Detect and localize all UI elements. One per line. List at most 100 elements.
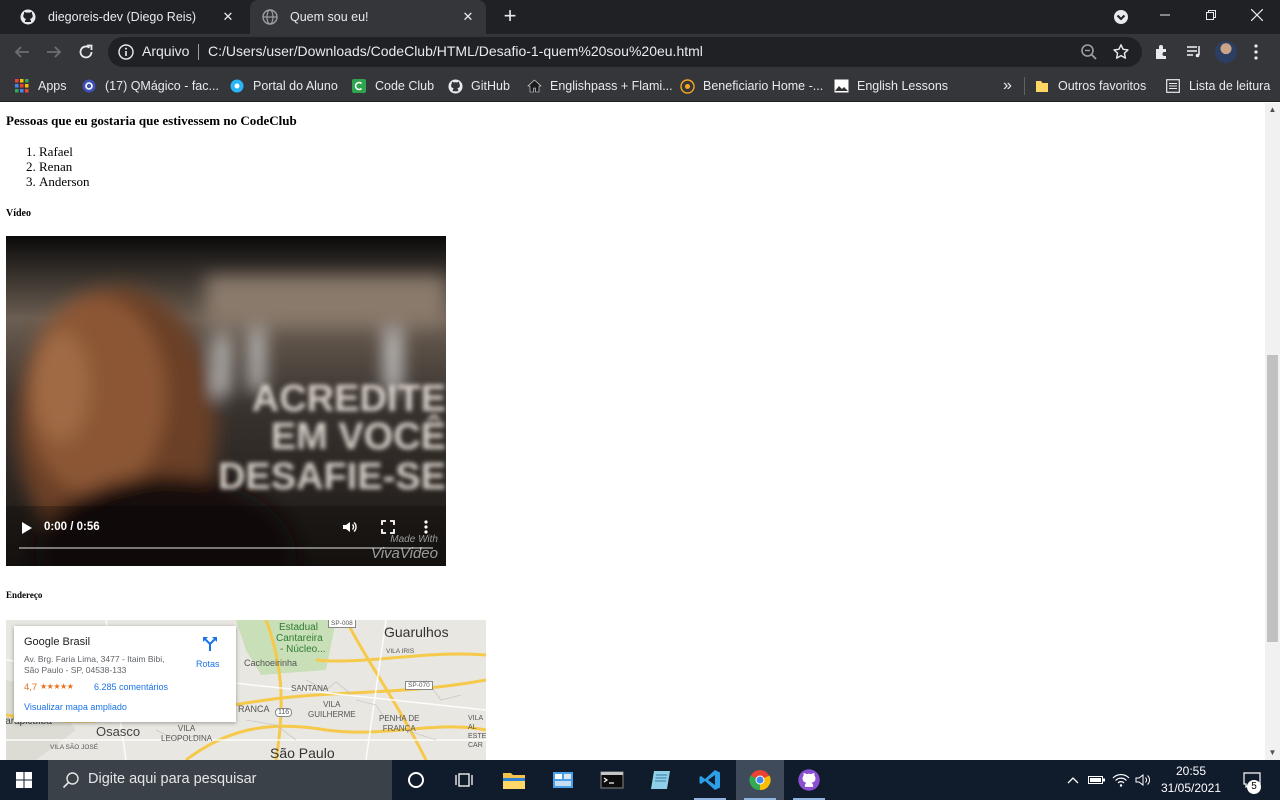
more-bookmarks-button[interactable]: » [1003,76,1012,96]
bookmark-code-club[interactable]: Code Club [351,76,434,96]
directions-icon[interactable] [202,636,218,652]
reviews-link[interactable]: 6.285 comentários [94,682,168,692]
friends-heading: Pessoas que eu gostaria que estivessem n… [6,113,297,128]
cortana-icon[interactable] [392,760,440,800]
omnibox-divider [198,44,199,60]
bookmark-label: Outros favoritos [1058,79,1147,93]
new-tab-button[interactable]: + [498,5,522,29]
folder-icon [1034,78,1050,94]
directions-link[interactable]: Rotas [196,659,220,669]
bookmark-beneficiario[interactable]: Beneficiario Home -... [679,76,823,96]
map-label-nucleo: - Núcleo... [280,644,326,655]
map-label-sao-paulo: São Paulo [270,745,335,760]
clock-date: 31/05/2021 [1160,781,1222,795]
notepad-icon[interactable] [637,760,685,800]
bookmark-portal-aluno[interactable]: Portal do Aluno [229,76,338,96]
place-address: Av. Brg. Faria Lima, 3477 - Itaim Bibi, … [24,654,165,675]
forward-arrow-icon[interactable] [44,42,64,62]
media-control-icon[interactable] [1184,42,1204,62]
list-item: 1. Rafael [26,144,73,159]
zoom-icon[interactable] [1080,43,1098,61]
back-arrow-icon[interactable] [12,42,32,62]
map-label-cachoeirinha: Cachoeirinha [244,658,298,668]
view-larger-map-link[interactable]: Visualizar mapa ampliado [24,702,127,712]
fullscreen-icon[interactable] [380,519,396,535]
bookmark-star-icon[interactable] [1112,43,1130,61]
more-options-icon[interactable] [420,519,432,535]
volume-tray-icon[interactable] [1133,760,1155,800]
tray-overflow-chevron-icon[interactable] [1062,760,1084,800]
home-icon [526,78,542,94]
page-scrollbar[interactable]: ▲ ▼ [1265,103,1280,760]
task-view-icon[interactable] [440,760,488,800]
search-icon [62,771,80,789]
minimize-button[interactable] [1142,0,1188,30]
address-bar[interactable]: Arquivo C:/Users/user/Downloads/CodeClub… [108,37,1142,67]
bookmark-englishpass[interactable]: Englishpass + Flami... [526,76,673,96]
info-icon[interactable] [118,44,134,60]
tab-github-profile[interactable]: diegoreis-dev (Diego Reis) ✕ [8,0,246,34]
extensions-puzzle-icon[interactable] [1152,42,1172,62]
bookmark-label: Englishpass + Flami... [550,79,673,93]
map-label-sp070: SP-070 [405,681,433,690]
rating-stars-icon: ★★★★★ [40,682,74,691]
map-label-cantareira: Cantareira [276,633,323,644]
file-explorer-icon[interactable] [490,760,538,800]
scroll-thumb[interactable] [1267,355,1278,642]
profile-avatar[interactable] [1215,41,1237,63]
control-panel-icon[interactable] [539,760,587,800]
volume-icon[interactable] [342,519,358,535]
scroll-down-arrow-icon[interactable]: ▼ [1265,746,1280,760]
globe-icon [262,9,278,25]
start-button[interactable] [0,760,48,800]
bookmark-label: English Lessons [857,79,949,93]
address-heading: Endereço [6,590,43,600]
overlay-line: EM VOCÊ [271,414,446,458]
bookmark-apps[interactable]: Apps [14,76,67,96]
bookmark-other-folder[interactable]: Outros favoritos [1034,76,1146,96]
tab-search-icon[interactable] [1112,8,1130,26]
taskbar-clock[interactable]: 20:55 31/05/2021 [1156,763,1226,797]
browser-toolbar: Arquivo C:/Users/user/Downloads/CodeClub… [0,34,1280,70]
restore-button[interactable] [1188,0,1234,30]
tab-quem-sou-eu[interactable]: Quem sou eu! ✕ [250,0,486,34]
map-label-vila-sao-jose: VILA SÃO JOSÉ [50,744,99,751]
bookmarks-bar: Apps (17) QMágico - fac... Portal do Alu… [0,70,1280,102]
place-name: Google Brasil [24,636,91,648]
video-time-display: 0:00 / 0:56 [44,521,100,533]
map-label-vila-iris: VILA IRIS [386,648,415,655]
close-window-button[interactable] [1234,0,1280,30]
bookmark-label: GitHub [471,79,510,93]
windows-taskbar: Digite aqui para pesquisar 20:55 31/05/2… [0,760,1280,800]
url-text[interactable]: C:/Users/user/Downloads/CodeClub/HTML/De… [208,43,703,59]
reading-list-button[interactable]: Lista de leitura [1165,76,1270,96]
apps-grid-icon [14,78,30,94]
taskbar-search-box[interactable]: Digite aqui para pesquisar [48,760,392,800]
battery-icon[interactable] [1086,760,1108,800]
reload-icon[interactable] [76,42,96,62]
list-item: 3. Anderson [26,174,90,189]
file-scheme-chip: Arquivo [142,43,190,59]
map-label-sp008: SP-008 [328,620,356,628]
close-tab-icon[interactable]: ✕ [460,9,476,25]
video-progress-bar[interactable] [19,547,433,549]
google-map-embed[interactable]: Guarulhos Estadual Cantareira - Núcleo..… [6,620,486,760]
list-item: 2. Renan [26,159,73,174]
menu-kebab-icon[interactable] [1246,42,1266,62]
bookmark-qmagico[interactable]: (17) QMágico - fac... [81,76,219,96]
vscode-icon[interactable] [686,760,734,800]
github-desktop-icon[interactable] [785,760,833,800]
chevron-double-icon: » [1003,77,1012,94]
bookmark-english-lessons[interactable]: English Lessons [833,76,948,96]
close-tab-icon[interactable]: ✕ [220,9,236,25]
bookmark-label: Portal do Aluno [253,79,338,93]
video-player[interactable]: ACREDITE EM VOCÊ DESAFIE-SE Made With Vi… [6,236,446,566]
terminal-icon[interactable] [588,760,636,800]
wifi-icon[interactable] [1110,760,1132,800]
web-page-content: Pessoas que eu gostaria que estivessem n… [0,103,1265,760]
play-icon[interactable] [20,520,34,536]
scroll-up-arrow-icon[interactable]: ▲ [1265,103,1280,117]
chrome-icon[interactable] [736,760,784,800]
overlay-line: ACREDITE [252,378,446,420]
bookmark-github[interactable]: GitHub [447,76,510,96]
